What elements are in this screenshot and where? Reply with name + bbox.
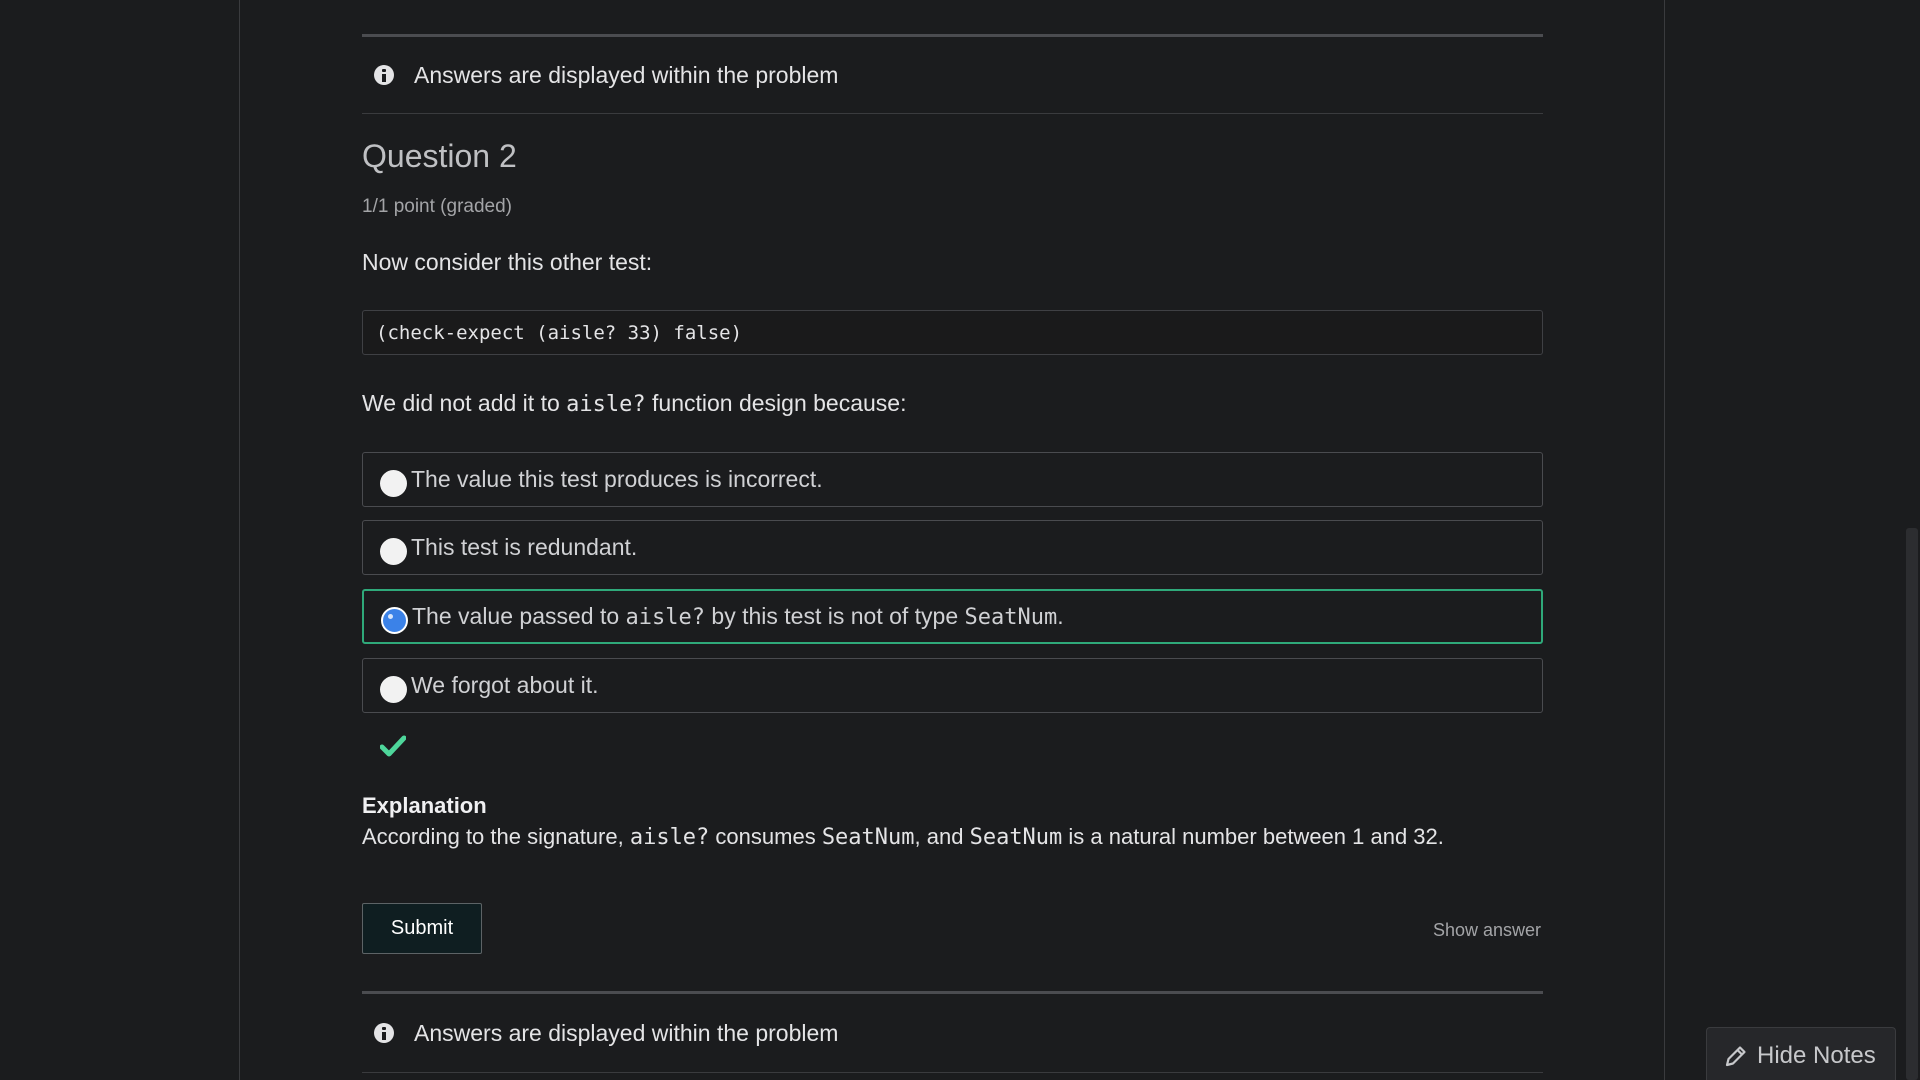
question-title: Question 2 — [362, 138, 517, 174]
answer-option-1[interactable]: The value this test produces is incorrec… — [362, 452, 1543, 507]
question-stem: We did not add it to aisle? function des… — [362, 390, 907, 417]
answer-option-3-selected[interactable]: The value passed to aisle? by this test … — [362, 589, 1543, 644]
option-code-type: SeatNum — [964, 605, 1058, 630]
answers-notice-bottom: Answers are displayed within the problem — [362, 991, 1543, 1073]
answer-option-4[interactable]: We forgot about it. — [362, 658, 1543, 713]
option-text-before: The value passed to — [412, 603, 626, 629]
scrollbar-thumb[interactable] — [1906, 528, 1918, 1080]
hide-notes-button[interactable]: Hide Notes — [1706, 1027, 1896, 1080]
option-text-after: . — [1057, 603, 1064, 629]
option-label: The value passed to aisle? by this test … — [412, 603, 1064, 630]
explanation-text-2: consumes — [709, 824, 822, 849]
explanation-text: According to the signature, aisle? consu… — [362, 824, 1444, 850]
left-gutter — [0, 0, 240, 1080]
info-icon — [374, 1023, 394, 1043]
info-icon — [374, 65, 394, 85]
radio-button[interactable] — [380, 676, 407, 703]
explanation-text-1: According to the signature, — [362, 824, 630, 849]
radio-button[interactable] — [380, 538, 407, 565]
explanation-code-2: SeatNum — [821, 825, 915, 850]
stem-code: aisle? — [566, 392, 646, 417]
stem-text-before: We did not add it to — [362, 390, 567, 416]
answer-option-2[interactable]: This test is redundant. — [362, 520, 1543, 575]
explanation-text-4: is a natural number between 1 and 32. — [1062, 824, 1444, 849]
page: Answers are displayed within the problem… — [0, 0, 1920, 1080]
explanation-text-3: , and — [914, 824, 970, 849]
question-points: 1/1 point (graded) — [362, 196, 512, 217]
radio-button-selected[interactable] — [381, 607, 408, 634]
option-text-middle: by this test is not of type — [705, 603, 965, 629]
stem-text-after: function design because: — [645, 390, 907, 416]
submit-button[interactable]: Submit — [362, 903, 482, 954]
notice-text: Answers are displayed within the problem — [414, 1019, 839, 1046]
radio-button[interactable] — [380, 470, 407, 497]
explanation-code-3: SeatNum — [969, 825, 1063, 850]
option-label: The value this test produces is incorrec… — [411, 466, 823, 492]
checkmark-icon — [380, 735, 406, 757]
option-label: This test is redundant. — [411, 534, 638, 560]
option-label: We forgot about it. — [411, 672, 599, 698]
problem-content: Answers are displayed within the problem… — [362, 0, 1543, 1080]
page-scrollbar[interactable] — [1904, 0, 1920, 1080]
pencil-icon — [1725, 1045, 1746, 1066]
show-answer-link[interactable]: Show answer — [1433, 920, 1541, 941]
answers-notice-top: Answers are displayed within the problem — [362, 34, 1543, 114]
right-gutter — [1664, 0, 1904, 1080]
explanation-code-1: aisle? — [629, 825, 710, 850]
explanation-title: Explanation — [362, 793, 487, 818]
option-code: aisle? — [625, 605, 706, 630]
notice-text: Answers are displayed within the problem — [414, 61, 839, 88]
hide-notes-label: Hide Notes — [1757, 1041, 1876, 1069]
question-prompt: Now consider this other test: — [362, 249, 653, 275]
code-block: (check-expect (aisle? 33) false) — [362, 310, 1543, 355]
